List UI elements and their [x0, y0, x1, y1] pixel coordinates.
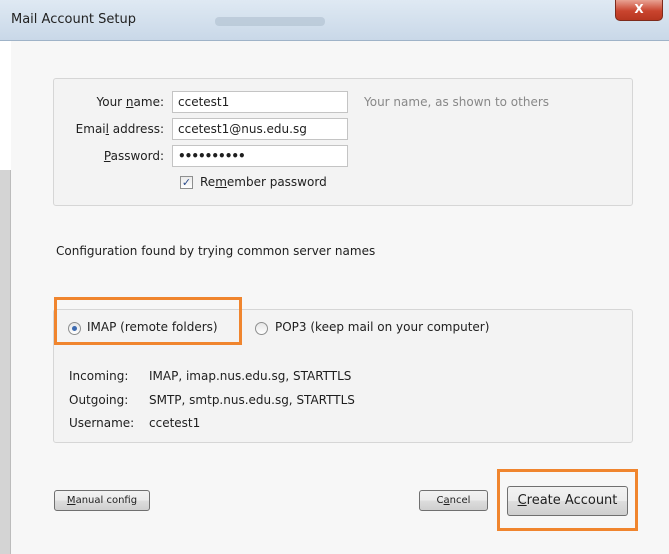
email-field[interactable]: [172, 118, 348, 140]
imap-highlight-box: [54, 297, 242, 345]
pop3-label[interactable]: POP3 (keep mail on your computer): [275, 320, 489, 334]
remember-password-label[interactable]: Remember password: [200, 175, 327, 189]
outgoing-value: SMTP, smtp.nus.edu.sg, STARTTLS: [149, 393, 355, 407]
window-left-edge: [0, 170, 11, 554]
name-hint: Your name, as shown to others: [364, 95, 550, 109]
name-field[interactable]: [172, 91, 348, 113]
window-title: Mail Account Setup: [11, 12, 136, 27]
email-label: Email address:: [75, 122, 164, 136]
username-label: Username:: [69, 416, 135, 430]
title-bar: Mail Account Setup X: [0, 0, 669, 41]
name-label: Your name:: [96, 95, 164, 109]
outgoing-label: Outgoing:: [69, 393, 129, 407]
incoming-value: IMAP, imap.nus.edu.sg, STARTTLS: [149, 369, 352, 383]
pop3-radio[interactable]: [255, 322, 268, 335]
password-mask: ••••••••••: [178, 149, 246, 163]
create-account-button[interactable]: Create Account: [507, 486, 628, 516]
mail-account-setup-window: Mail Account Setup X Your name: Your nam…: [0, 0, 669, 554]
username-value: ccetest1: [149, 416, 201, 430]
close-button[interactable]: X: [615, 0, 663, 21]
close-icon: X: [634, 2, 644, 16]
identity-panel: Your name: Your name, as shown to others…: [53, 78, 633, 206]
manual-config-button[interactable]: Manual config: [54, 490, 150, 511]
password-field[interactable]: ••••••••••: [172, 145, 348, 167]
password-label: Password:: [103, 149, 164, 163]
dialog-content: Your name: Your name, as shown to others…: [11, 41, 669, 554]
configuration-status: Configuration found by trying common ser…: [56, 244, 376, 258]
cancel-button[interactable]: Cancel: [419, 490, 488, 511]
remember-password-checkbox[interactable]: ✓: [180, 176, 193, 189]
blurred-title-region: [215, 17, 325, 26]
incoming-label: Incoming:: [69, 369, 129, 383]
